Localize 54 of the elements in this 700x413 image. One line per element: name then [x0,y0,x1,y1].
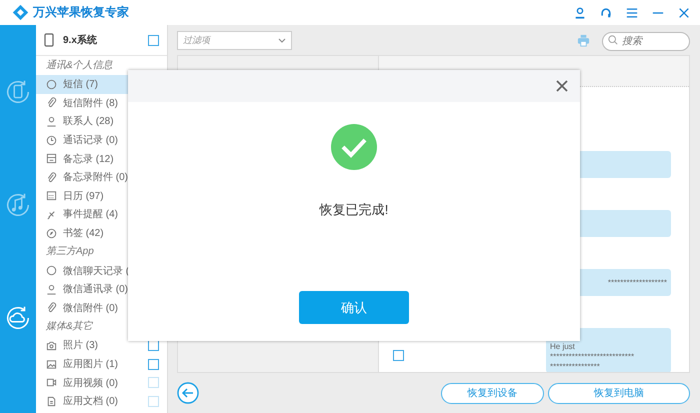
category-item[interactable]: 照片 (3) [36,336,167,355]
section-heading: 通讯&个人信息 [45,58,114,73]
compass-icon [46,228,57,239]
category-item[interactable]: 日历 (97) [36,186,167,206]
menu-icon[interactable] [626,6,638,18]
category-item[interactable]: 备忘录 (12) [36,149,167,168]
clock-icon [46,134,57,146]
category-item[interactable]: 书签 (42) [36,224,167,242]
search-field[interactable]: 搜索 [602,32,690,50]
category-checkbox[interactable] [148,358,159,370]
category-item[interactable]: 短信附件 (8) [36,94,167,112]
category-item[interactable]: 备忘录附件 (0) [36,168,167,187]
search-icon [608,35,618,45]
category-item[interactable]: 联系人 (28) [36,112,167,131]
phone-restore-icon[interactable] [4,78,32,106]
device-name: 9.x系统 [63,34,98,47]
success-check-icon [331,124,377,170]
calendar-icon [46,190,57,202]
category-item[interactable]: 通话记录 (0) [36,130,167,150]
person-icon [46,116,57,127]
dialog-message: 恢复已完成! [320,201,388,219]
cloud-restore-icon[interactable] [4,304,32,332]
app-title: 万兴苹果恢复专家 [33,4,129,21]
clip-icon [46,97,57,108]
headset-icon[interactable] [600,6,612,18]
message-checkbox[interactable] [393,350,404,361]
person-icon [46,284,57,295]
category-item[interactable]: 微信通讯录 (0) [36,280,167,299]
clip-icon [46,172,57,183]
clip-icon [46,302,57,314]
camera-icon [46,340,57,351]
logo-icon [12,4,29,21]
category-item[interactable]: 事件提醒 (4) [36,205,167,224]
section-heading: 媒体&其它 [45,320,94,334]
chevron-down-icon [278,38,286,42]
phone-icon [44,33,54,47]
print-icon[interactable] [577,34,590,46]
chat-icon [46,78,57,90]
close-icon[interactable] [556,80,568,92]
note-icon [46,153,57,164]
message-bubble: He just *************************** **************** [546,328,671,372]
image-icon [46,358,57,370]
video-icon [46,377,57,388]
restore-button[interactable]: 恢复到设备 [441,382,544,404]
close-icon[interactable] [678,6,690,18]
category-item[interactable]: 微信附件 (0) [36,298,167,318]
device-checkbox[interactable] [148,34,159,46]
restore-button[interactable]: 恢复到电脑 [548,382,690,404]
category-item[interactable]: 应用图片 (1) [36,354,167,374]
section-heading: 第三方App [45,244,95,260]
doc-icon [46,396,57,407]
music-restore-icon[interactable] [4,191,32,219]
chat-icon [46,265,57,276]
user-icon[interactable] [574,6,586,18]
